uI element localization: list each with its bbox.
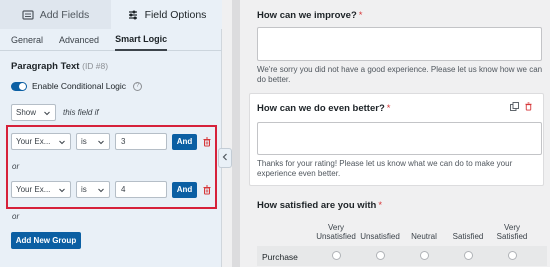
sliders-icon [127,9,139,21]
tab-field-options-label: Field Options [144,8,207,21]
rule-value-input[interactable]: 3 [115,133,167,150]
show-row-suffix: this field if [63,108,99,117]
field-title: Paragraph Text (ID #8) [11,61,108,72]
question-text: How can we improve? [257,10,357,21]
rule-operator-value: is [81,137,87,146]
question-text: How can we do even better? [257,103,385,114]
chevron-left-icon [221,152,229,165]
or-label: or [12,212,20,221]
question-label-satisfied: How satisfied are you with * [257,200,382,211]
panel-tabs: Add Fields Field Options [0,0,222,29]
subtab-advanced[interactable]: Advanced [59,29,99,51]
column-line: Very [503,223,520,232]
column-line: Satisfied [496,232,528,241]
conditional-logic-toggle[interactable] [11,81,27,91]
chevron-down-icon [58,138,66,146]
tab-add-fields-label: Add Fields [39,8,90,21]
chevron-down-icon [58,186,66,194]
trash-icon[interactable] [202,137,212,147]
question-text: How satisfied are you with [257,200,377,211]
even-better-description: Thanks for your rating! Please let us kn… [257,159,542,179]
rule-operator-value: is [81,185,87,194]
likert-column-header: Very Satisfied [490,223,534,241]
conditional-logic-row: Enable Conditional Logic ? [11,81,143,91]
improve-description: We're sorry you did not have a good expe… [257,65,543,84]
likert-row-purchase [257,246,547,266]
rule-operator-select[interactable]: is [76,133,110,150]
likert-radio[interactable] [332,251,341,260]
list-icon [22,9,34,21]
rule-row-1: Your Ex... is 3 And [6,133,212,150]
question-label-improve: How can we improve? * [257,10,362,21]
chevron-down-icon [43,109,51,117]
likert-row-label: Purchase [262,252,298,262]
likert-column-header: Very Unsatisfied [314,223,358,241]
show-row: Show this field if [11,104,99,121]
field-actions [510,102,533,111]
subtab-general[interactable]: General [11,29,43,51]
likert-radio[interactable] [420,251,429,260]
chevron-down-icon [97,138,105,146]
likert-column-header: Satisfied [452,232,484,241]
description-line: experience even better. [257,169,341,178]
likert-radio[interactable] [508,251,517,260]
show-hide-value: Show [16,108,37,117]
rule-field-value: Your Ex... [16,137,51,146]
tab-field-options[interactable]: Field Options [111,0,222,29]
subtab-smart-logic[interactable]: Smart Logic [115,29,168,51]
conditional-logic-label: Enable Conditional Logic [32,81,127,91]
subtabs: General Advanced Smart Logic [0,29,222,51]
even-better-textarea[interactable] [257,122,542,155]
panel-divider [232,0,240,267]
or-label: or [12,162,20,171]
column-line: Very [327,223,344,232]
rule-row-2: Your Ex... is 4 And [6,181,212,198]
rule-operator-select[interactable]: is [76,181,110,198]
question-label-even-better: How can we do even better? * [257,103,390,114]
rule-value-input[interactable]: 4 [115,181,167,198]
chevron-down-icon [97,186,105,194]
trash-icon[interactable] [202,185,212,195]
show-hide-select[interactable]: Show [11,104,56,121]
description-line: Thanks for your rating! Please let us kn… [257,159,513,168]
help-icon[interactable]: ? [133,81,143,91]
likert-column-header: Unsatisfied [360,232,400,241]
duplicate-icon[interactable] [510,102,519,111]
field-id: (ID #8) [82,61,109,71]
improve-textarea[interactable] [257,27,542,61]
likert-column-header: Neutral [411,232,437,241]
collapse-panel-button[interactable] [218,148,232,168]
column-line: Unsatisfied [316,232,356,241]
and-button[interactable]: And [172,181,197,198]
required-marker: * [378,200,383,211]
likert-radio[interactable] [376,251,385,260]
required-marker: * [358,10,363,21]
add-new-group-button[interactable]: Add New Group [11,232,81,249]
rule-field-select[interactable]: Your Ex... [11,133,71,150]
field-type-label: Paragraph Text [11,61,80,72]
tab-add-fields[interactable]: Add Fields [0,0,111,29]
likert-radio[interactable] [464,251,473,260]
rule-field-value: Your Ex... [16,185,51,194]
required-marker: * [386,103,391,114]
delete-icon[interactable] [524,102,533,111]
and-button[interactable]: And [172,133,197,150]
rule-field-select[interactable]: Your Ex... [11,181,71,198]
